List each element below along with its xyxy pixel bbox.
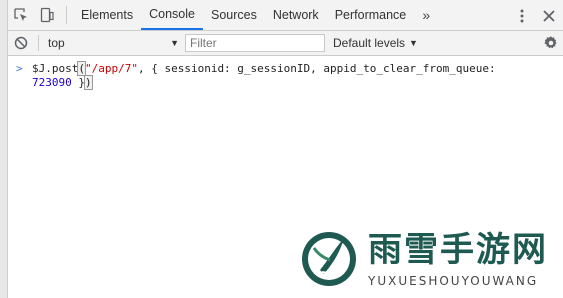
devtools-tabbar: Elements Console Sources Network Perform… (8, 0, 563, 31)
code-open-paren: ( (77, 61, 86, 76)
watermark-subtitle: YUXUESHOUYOUWANG (368, 274, 539, 288)
code-function: $J.post (32, 62, 79, 75)
tab-sources[interactable]: Sources (203, 0, 265, 30)
code-args: , { sessionid: g_sessionID, appid_to_cle… (137, 62, 496, 75)
watermark-logo-icon (302, 232, 356, 286)
console-toolbar: top ▼ Default levels ▼ (8, 31, 563, 56)
watermark-title: 雨雪手游网 (368, 230, 548, 270)
context-select-value: top (48, 36, 65, 50)
log-levels-select[interactable]: Default levels ▼ (333, 36, 418, 50)
code-string: "/app/7" (84, 62, 138, 75)
prompt-chevron-icon: > (16, 62, 23, 75)
clear-console-icon[interactable] (8, 36, 34, 50)
tab-elements[interactable]: Elements (73, 0, 141, 30)
dropdown-caret-icon: ▼ (170, 38, 179, 48)
context-select[interactable]: top ▼ (43, 34, 183, 52)
close-icon[interactable] (535, 9, 563, 22)
inspect-element-icon[interactable] (8, 0, 34, 30)
code-close-brace: } (71, 76, 85, 89)
tab-network[interactable]: Network (265, 0, 327, 30)
kebab-menu-icon[interactable] (509, 9, 535, 23)
code-number: 723090 (32, 76, 72, 89)
gear-icon[interactable] (543, 35, 559, 51)
dropdown-caret-icon: ▼ (409, 38, 418, 48)
text-cursor (91, 76, 93, 88)
tab-console[interactable]: Console (141, 0, 203, 30)
tab-performance[interactable]: Performance (327, 0, 415, 30)
devtools-panel: Elements Console Sources Network Perform… (8, 0, 563, 298)
code-close-paren: ) (84, 75, 93, 90)
log-levels-label: Default levels (333, 36, 406, 50)
page-edge-strip (0, 0, 8, 298)
filter-input[interactable] (185, 34, 325, 52)
toolbar-divider (66, 6, 67, 24)
device-toolbar-icon[interactable] (34, 0, 60, 30)
more-tabs-button[interactable]: » (414, 0, 438, 30)
console-input-line[interactable]: > $J.post("/app/7", { sessionid: g_sessi… (8, 56, 563, 90)
toolbar-divider (38, 35, 39, 51)
watermark: 雨雪手游网 YUXUESHOUYOUWANG (300, 230, 548, 288)
